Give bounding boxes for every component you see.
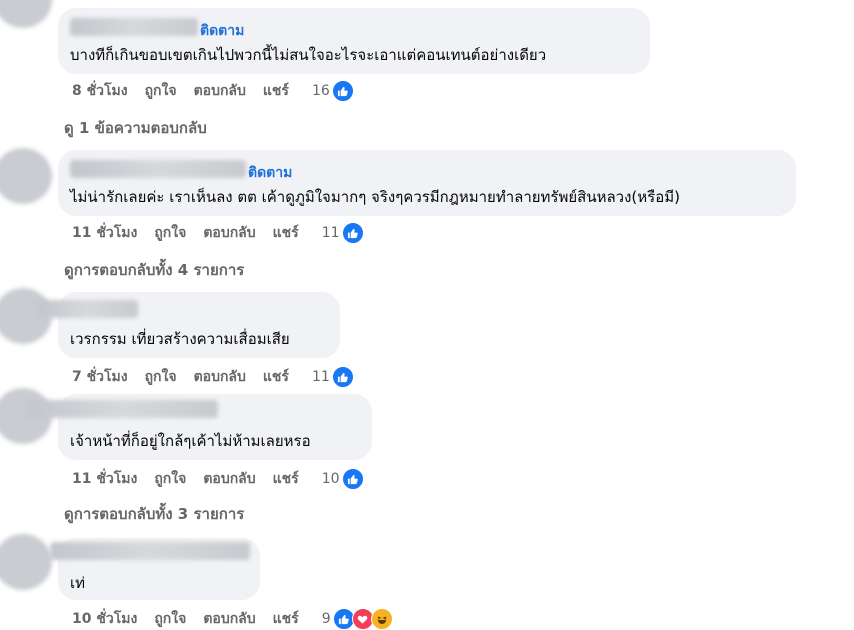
reply-button[interactable]: ตอบกลับ bbox=[203, 222, 255, 244]
comment-text: เจ้าหน้าที่ก็อยู่ใกล้ๆเค้าไม่ห้ามเลยหรอ bbox=[70, 432, 311, 450]
comment-text: ไม่น่ารักเลยค่ะ เราเห็นลง ตต เค้าดูภูมิใ… bbox=[70, 188, 680, 206]
reply-button[interactable]: ตอบกลับ bbox=[203, 468, 255, 490]
like-icon bbox=[331, 366, 354, 388]
share-button[interactable]: แชร์ bbox=[273, 222, 299, 244]
share-button[interactable]: แชร์ bbox=[263, 366, 289, 388]
like-button[interactable]: ถูกใจ bbox=[154, 468, 186, 490]
like-button[interactable]: ถูกใจ bbox=[154, 222, 186, 244]
reaction-count: 11 bbox=[321, 225, 340, 241]
comment-actions: 7 ชั่วโมง ถูกใจ ตอบกลับ แชร์ 11 bbox=[72, 366, 354, 388]
haha-icon bbox=[370, 608, 393, 630]
avatar[interactable] bbox=[0, 0, 52, 28]
reaction-summary[interactable]: 10 bbox=[322, 468, 364, 490]
reply-button[interactable]: ตอบกลับ bbox=[194, 366, 246, 388]
commenter-name[interactable] bbox=[38, 300, 138, 318]
avatar[interactable] bbox=[0, 534, 52, 590]
like-button[interactable]: ถูกใจ bbox=[145, 80, 177, 102]
reaction-count: 10 bbox=[321, 471, 340, 487]
commenter-name[interactable] bbox=[70, 160, 246, 178]
commenter-name[interactable] bbox=[50, 542, 250, 560]
comment-bubble: เท่ bbox=[50, 538, 260, 600]
reaction-summary[interactable]: 9 bbox=[322, 608, 393, 630]
comment-time[interactable]: 7 ชั่วโมง bbox=[72, 366, 128, 388]
share-button[interactable]: แชร์ bbox=[273, 608, 299, 630]
reaction-summary[interactable]: 16 bbox=[312, 80, 354, 102]
follow-link[interactable]: ติดตาม bbox=[248, 162, 292, 184]
commenter-name[interactable] bbox=[70, 18, 198, 36]
comment-time[interactable]: 10 ชั่วโมง bbox=[72, 608, 137, 630]
reaction-summary[interactable]: 11 bbox=[322, 222, 364, 244]
comment-text: เท่ bbox=[70, 574, 86, 592]
comment-time[interactable]: 8 ชั่วโมง bbox=[72, 80, 128, 102]
like-icon bbox=[341, 468, 364, 490]
reply-button[interactable]: ตอบกลับ bbox=[194, 80, 246, 102]
reply-button[interactable]: ตอบกลับ bbox=[203, 608, 255, 630]
like-button[interactable]: ถูกใจ bbox=[145, 366, 177, 388]
reaction-count: 16 bbox=[311, 83, 330, 99]
share-button[interactable]: แชร์ bbox=[263, 80, 289, 102]
reaction-count: 11 bbox=[311, 369, 330, 385]
like-icon bbox=[331, 80, 354, 102]
comment-bubble: เจ้าหน้าที่ก็อยู่ใกล้ๆเค้าไม่ห้ามเลยหรอ bbox=[28, 394, 372, 460]
view-replies-link[interactable]: ดูการตอบกลับทั้ง 3 รายการ bbox=[64, 502, 244, 526]
comment-actions: 11 ชั่วโมง ถูกใจ ตอบกลับ แชร์ 11 bbox=[72, 222, 364, 244]
comment-text: เวรกรรม เที่ยวสร้างความเสื่อมเสีย bbox=[70, 330, 290, 348]
comment-actions: 8 ชั่วโมง ถูกใจ ตอบกลับ แชร์ 16 bbox=[72, 80, 354, 102]
comment-bubble: ติดตาม บางทีก็เกินขอบเขตเกินไปพวกนี้ไม่ส… bbox=[58, 8, 650, 74]
view-replies-link[interactable]: ดู 1 ข้อความตอบกลับ bbox=[64, 116, 207, 140]
avatar[interactable] bbox=[0, 148, 52, 204]
comment-actions: 10 ชั่วโมง ถูกใจ ตอบกลับ แชร์ 9 bbox=[72, 608, 393, 630]
like-button[interactable]: ถูกใจ bbox=[154, 608, 186, 630]
reaction-summary[interactable]: 11 bbox=[312, 366, 354, 388]
comment-text: บางทีก็เกินขอบเขตเกินไปพวกนี้ไม่สนใจอะไร… bbox=[70, 46, 547, 64]
reaction-count: 9 bbox=[321, 611, 331, 627]
comment-bubble: ติดตาม ไม่น่ารักเลยค่ะ เราเห็นลง ตต เค้า… bbox=[58, 150, 796, 216]
commenter-name[interactable] bbox=[28, 400, 218, 418]
comment-actions: 11 ชั่วโมง ถูกใจ ตอบกลับ แชร์ 10 bbox=[72, 468, 364, 490]
share-button[interactable]: แชร์ bbox=[273, 468, 299, 490]
follow-link[interactable]: ติดตาม bbox=[200, 20, 244, 42]
like-icon bbox=[341, 222, 364, 244]
comment-bubble: เวรกรรม เที่ยวสร้างความเสื่อมเสีย bbox=[38, 292, 340, 358]
comment-time[interactable]: 11 ชั่วโมง bbox=[72, 468, 137, 490]
comment-time[interactable]: 11 ชั่วโมง bbox=[72, 222, 137, 244]
view-replies-link[interactable]: ดูการตอบกลับทั้ง 4 รายการ bbox=[64, 258, 244, 282]
